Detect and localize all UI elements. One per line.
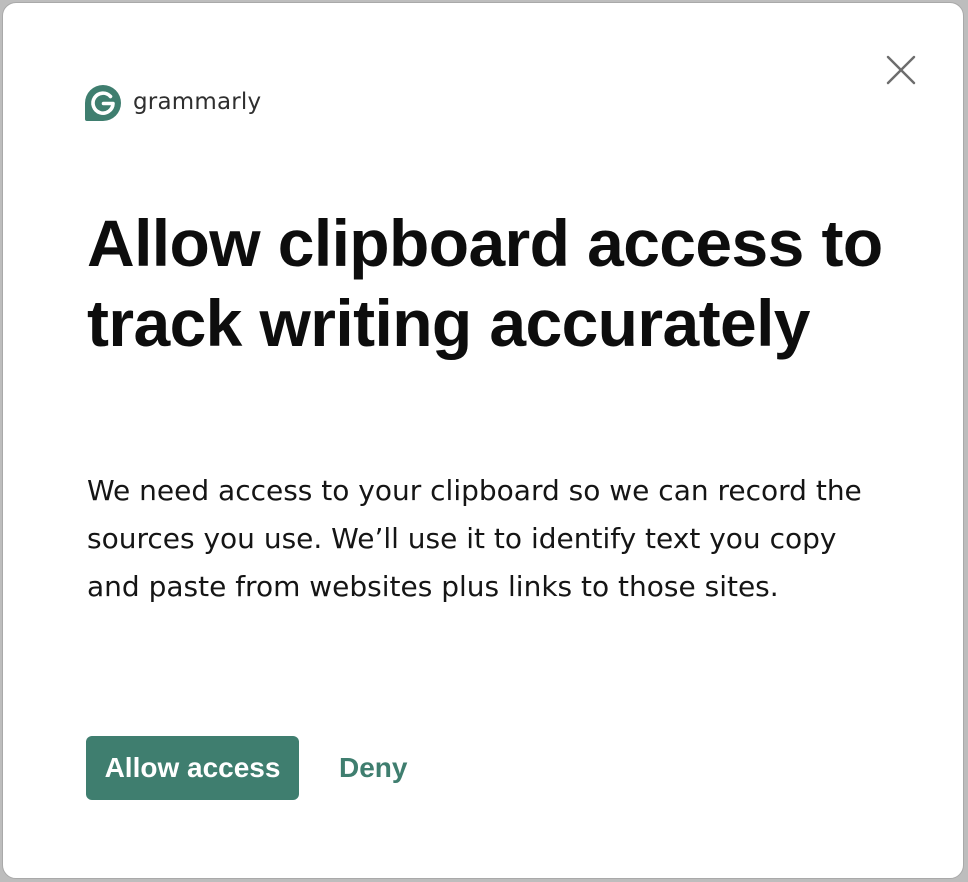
- allow-access-button[interactable]: Allow access: [86, 736, 299, 800]
- dialog-actions: Allow access Deny: [86, 736, 407, 800]
- dialog-description: We need access to your clipboard so we c…: [87, 474, 862, 603]
- brand-header: grammarly: [85, 85, 261, 121]
- close-icon: [886, 55, 916, 85]
- brand-name: grammarly: [133, 88, 262, 115]
- deny-button[interactable]: Deny: [339, 752, 407, 784]
- dialog-title: Allow clipboard access to track writing …: [87, 206, 883, 360]
- close-button[interactable]: [879, 48, 923, 92]
- grammarly-logo-icon: [85, 85, 121, 121]
- clipboard-permission-dialog: grammarly Allow clipboard access to trac…: [2, 2, 964, 879]
